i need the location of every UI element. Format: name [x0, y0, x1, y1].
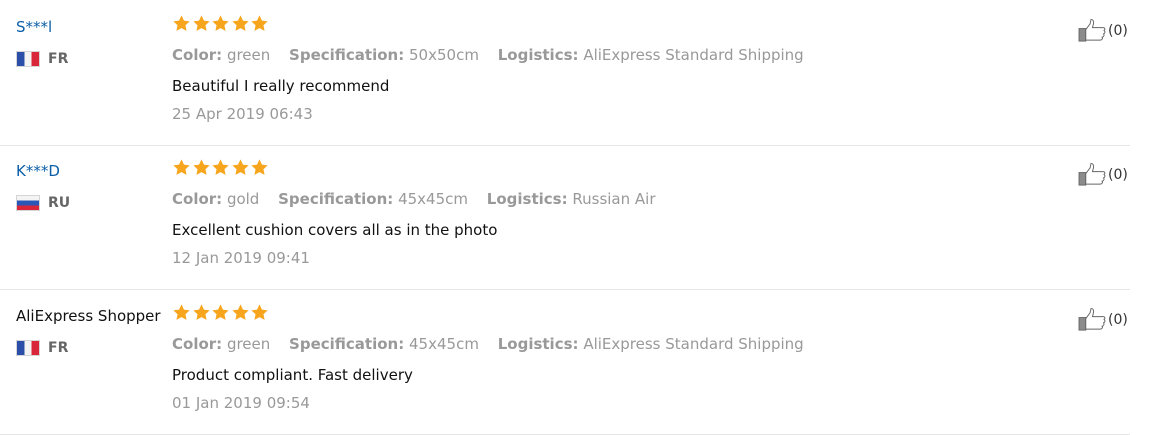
- star-icon: [192, 14, 211, 33]
- thumbs-up-icon: [1078, 162, 1106, 186]
- reviewer-country: RU: [16, 193, 70, 213]
- specification-label: Specification:: [289, 335, 405, 353]
- logistics-value: AliExpress Standard Shipping: [583, 335, 804, 353]
- helpful-count: (0): [1108, 22, 1128, 39]
- star-rating: [172, 14, 270, 38]
- star-icon: [211, 303, 230, 322]
- review-text: Excellent cushion covers all as in the p…: [172, 221, 498, 239]
- review-item: AliExpress Shopper FR Color: green Speci…: [0, 289, 1130, 435]
- helpful-button[interactable]: (0): [1078, 18, 1128, 43]
- star-icon: [192, 158, 211, 177]
- star-icon: [250, 158, 269, 177]
- order-attributes: Color: green Specification: 45x45cm Logi…: [172, 333, 818, 355]
- star-rating: [172, 303, 270, 327]
- star-icon: [211, 158, 230, 177]
- star-icon: [231, 303, 250, 322]
- review-date: 12 Jan 2019 09:41: [172, 249, 310, 267]
- reviewer-name[interactable]: S***l: [16, 17, 52, 37]
- color-value: green: [226, 335, 271, 353]
- star-icon: [231, 14, 250, 33]
- fr-flag-icon: [16, 51, 40, 67]
- reviewer-name: AliExpress Shopper: [16, 307, 161, 325]
- star-icon: [172, 303, 191, 322]
- review-item: S***l FR Color: green Specification: 50x…: [0, 0, 1130, 146]
- country-code: FR: [48, 51, 69, 67]
- reviewer-name[interactable]: K***D: [16, 161, 60, 181]
- order-attributes: Color: gold Specification: 45x45cm Logis…: [172, 188, 670, 210]
- star-icon: [211, 14, 230, 33]
- review-item: K***D RU Color: gold Specification: 45x4…: [0, 144, 1130, 290]
- color-label: Color:: [172, 335, 223, 353]
- logistics-value: AliExpress Standard Shipping: [583, 46, 804, 64]
- helpful-count: (0): [1108, 166, 1128, 183]
- review-date: 25 Apr 2019 06:43: [172, 105, 313, 123]
- star-icon: [172, 158, 191, 177]
- color-label: Color:: [172, 46, 223, 64]
- star-icon: [192, 303, 211, 322]
- thumbs-up-icon: [1078, 307, 1106, 331]
- specification-label: Specification:: [289, 46, 405, 64]
- star-icon: [172, 14, 191, 33]
- ru-flag-icon: [16, 195, 40, 211]
- logistics-label: Logistics:: [497, 335, 579, 353]
- review-list: S***l FR Color: green Specification: 50x…: [0, 0, 1159, 435]
- star-icon: [250, 14, 269, 33]
- color-value: green: [226, 46, 271, 64]
- helpful-button[interactable]: (0): [1078, 162, 1128, 187]
- star-icon: [231, 158, 250, 177]
- logistics-value: Russian Air: [572, 190, 656, 208]
- review-date: 01 Jan 2019 09:54: [172, 394, 310, 412]
- fr-flag-icon: [16, 340, 40, 356]
- country-code: FR: [48, 340, 69, 356]
- specification-value: 45x45cm: [409, 335, 479, 353]
- reviewer-country: FR: [16, 49, 68, 69]
- helpful-button[interactable]: (0): [1078, 307, 1128, 332]
- star-rating: [172, 158, 270, 182]
- specification-value: 45x45cm: [398, 190, 468, 208]
- thumbs-up-icon: [1078, 18, 1106, 42]
- logistics-label: Logistics:: [497, 46, 579, 64]
- specification-label: Specification:: [278, 190, 394, 208]
- review-text: Product compliant. Fast delivery: [172, 366, 413, 384]
- review-text: Beautiful I really recommend: [172, 77, 390, 95]
- specification-value: 50x50cm: [409, 46, 479, 64]
- order-attributes: Color: green Specification: 50x50cm Logi…: [172, 44, 818, 66]
- country-code: RU: [48, 195, 71, 211]
- logistics-label: Logistics:: [486, 190, 568, 208]
- color-value: gold: [226, 190, 260, 208]
- helpful-count: (0): [1108, 311, 1128, 328]
- color-label: Color:: [172, 190, 223, 208]
- reviewer-country: FR: [16, 338, 68, 358]
- star-icon: [250, 303, 269, 322]
